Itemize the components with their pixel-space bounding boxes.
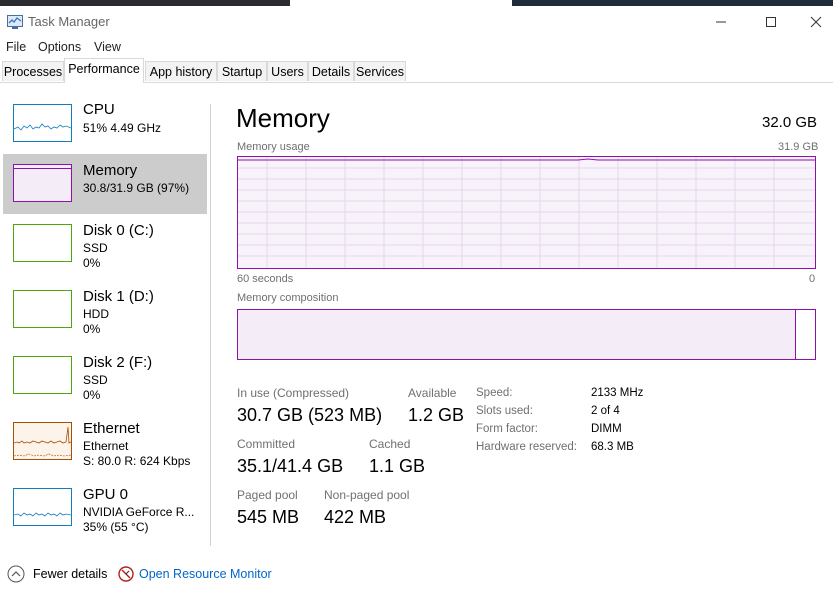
committed-value: 35.1/41.4 GB: [237, 456, 344, 476]
sidebar-item-type: SSD: [83, 373, 108, 387]
non-paged-pool-value: 422 MB: [324, 507, 387, 527]
gpu-0-thumbnail-graph: [13, 488, 72, 526]
menu-options[interactable]: Options: [38, 40, 81, 54]
sidebar-item-ethernet[interactable]: Ethernet Ethernet S: 80.0 R: 624 Kbps: [3, 412, 207, 472]
composition-available: [796, 310, 815, 359]
speed-label: Speed:: [476, 387, 513, 399]
cpu-thumbnail-graph: [13, 104, 72, 142]
title-bar: Task Manager: [0, 6, 833, 38]
slots-used-label: Slots used:: [476, 405, 533, 417]
sidebar-item-name: Memory: [83, 162, 138, 179]
sidebar-item-throughput: S: 80.0 R: 624 Kbps: [83, 454, 191, 468]
form-factor-label: Form factor:: [476, 423, 538, 435]
open-resource-monitor-link[interactable]: Open Resource Monitor: [118, 564, 288, 584]
sidebar-item-usage: 0%: [83, 388, 101, 402]
sidebar-item-usage: 35% (55 °C): [83, 520, 149, 534]
disk-2-thumbnail-graph: [13, 356, 72, 394]
cached-label: Cached: [369, 437, 411, 451]
minimize-button[interactable]: [698, 10, 744, 34]
tab-details[interactable]: Details: [308, 61, 354, 81]
page-title: Memory: [236, 103, 330, 133]
in-use-value: 30.7 GB (523 MB): [237, 405, 383, 425]
tab-startup[interactable]: Startup: [217, 61, 267, 81]
paged-pool-label: Paged pool: [237, 488, 298, 502]
memory-total: 32.0 GB: [762, 114, 818, 131]
open-resource-monitor-label[interactable]: Open Resource Monitor: [139, 567, 272, 581]
chevron-up-circle-icon: [7, 565, 25, 583]
form-factor-value: DIMM: [591, 423, 622, 435]
time-axis-label: 60 seconds: [237, 273, 294, 285]
tab-services[interactable]: Services: [354, 61, 406, 81]
menu-view[interactable]: View: [94, 40, 121, 54]
disk-0-thumbnail-graph: [13, 224, 72, 262]
sidebar-item-type: HDD: [83, 307, 109, 321]
sidebar-divider: [210, 104, 211, 546]
composition-in-use: [238, 310, 795, 359]
committed-label: Committed: [237, 437, 296, 451]
memory-composition-bar: [237, 309, 816, 360]
sidebar-item-cpu[interactable]: CPU 51% 4.49 GHz: [3, 94, 207, 154]
sidebar-item-detail: 30.8/31.9 GB (97%): [83, 181, 190, 195]
speed-value: 2133 MHz: [591, 387, 644, 399]
sidebar-item-name: Disk 1 (D:): [83, 288, 154, 305]
close-icon: [810, 16, 822, 28]
sidebar-item-name: CPU: [83, 101, 115, 118]
hardware-reserved-label: Hardware reserved:: [476, 441, 577, 453]
disk-1-thumbnail-graph: [13, 290, 72, 328]
tab-performance[interactable]: Performance: [64, 58, 144, 83]
non-paged-pool-label: Non-paged pool: [324, 488, 410, 502]
memory-usage-graph: [237, 156, 816, 269]
resource-monitor-icon: [118, 566, 134, 582]
tab-users[interactable]: Users: [267, 61, 308, 81]
hardware-reserved-value: 68.3 MB: [591, 441, 634, 453]
sidebar-item-memory[interactable]: Memory 30.8/31.9 GB (97%): [3, 154, 207, 214]
ethernet-thumbnail-graph: [13, 422, 72, 460]
tab-processes[interactable]: Processes: [2, 61, 64, 81]
available-label: Available: [408, 386, 457, 400]
sidebar-item-adapter: Ethernet: [83, 439, 129, 453]
sidebar-item-disk-2[interactable]: Disk 2 (F:) SSD 0%: [3, 346, 207, 406]
sidebar-item-detail: 51% 4.49 GHz: [83, 121, 162, 135]
sidebar-item-usage: 0%: [83, 322, 101, 336]
memory-composition-label: Memory composition: [237, 292, 339, 304]
slots-used-value: 2 of 4: [591, 405, 620, 417]
tab-bar: Processes Performance App history Startu…: [0, 58, 833, 83]
paged-pool-value: 545 MB: [237, 507, 300, 527]
memory-thumbnail-graph: [13, 164, 72, 202]
tab-app-history[interactable]: App history: [145, 61, 217, 81]
memory-usage-max: 31.9 GB: [778, 141, 819, 153]
in-use-label: In use (Compressed): [237, 386, 350, 400]
maximize-icon: [766, 17, 776, 27]
footer-bar: Fewer details Open Resource Monitor: [0, 561, 833, 587]
cached-value: 1.1 GB: [369, 456, 426, 476]
task-manager-app-icon: [7, 15, 23, 29]
sidebar-item-gpu-0[interactable]: GPU 0 NVIDIA GeForce R... 35% (55 °C): [3, 478, 207, 538]
minimize-icon: [716, 21, 726, 23]
menu-file[interactable]: File: [6, 40, 26, 54]
sidebar-item-type: SSD: [83, 241, 108, 255]
window-title: Task Manager: [28, 14, 110, 29]
sidebar-item-disk-1[interactable]: Disk 1 (D:) HDD 0%: [3, 280, 207, 340]
time-axis-end: 0: [809, 273, 816, 285]
maximize-button[interactable]: [748, 10, 794, 34]
memory-usage-label: Memory usage: [237, 141, 310, 153]
sidebar-item-name: GPU 0: [83, 486, 129, 503]
sidebar-item-name: Ethernet: [83, 420, 140, 437]
sidebar-item-name: Disk 2 (F:): [83, 354, 153, 371]
close-button[interactable]: [793, 10, 833, 34]
fewer-details-label: Fewer details: [33, 567, 108, 581]
available-value: 1.2 GB: [408, 405, 465, 425]
sidebar-item-name: Disk 0 (C:): [83, 222, 154, 239]
sidebar-item-disk-0[interactable]: Disk 0 (C:) SSD 0%: [3, 214, 207, 274]
menu-bar: File Options View: [0, 38, 833, 58]
sidebar-item-model: NVIDIA GeForce R...: [83, 505, 195, 519]
sidebar-item-usage: 0%: [83, 256, 101, 270]
